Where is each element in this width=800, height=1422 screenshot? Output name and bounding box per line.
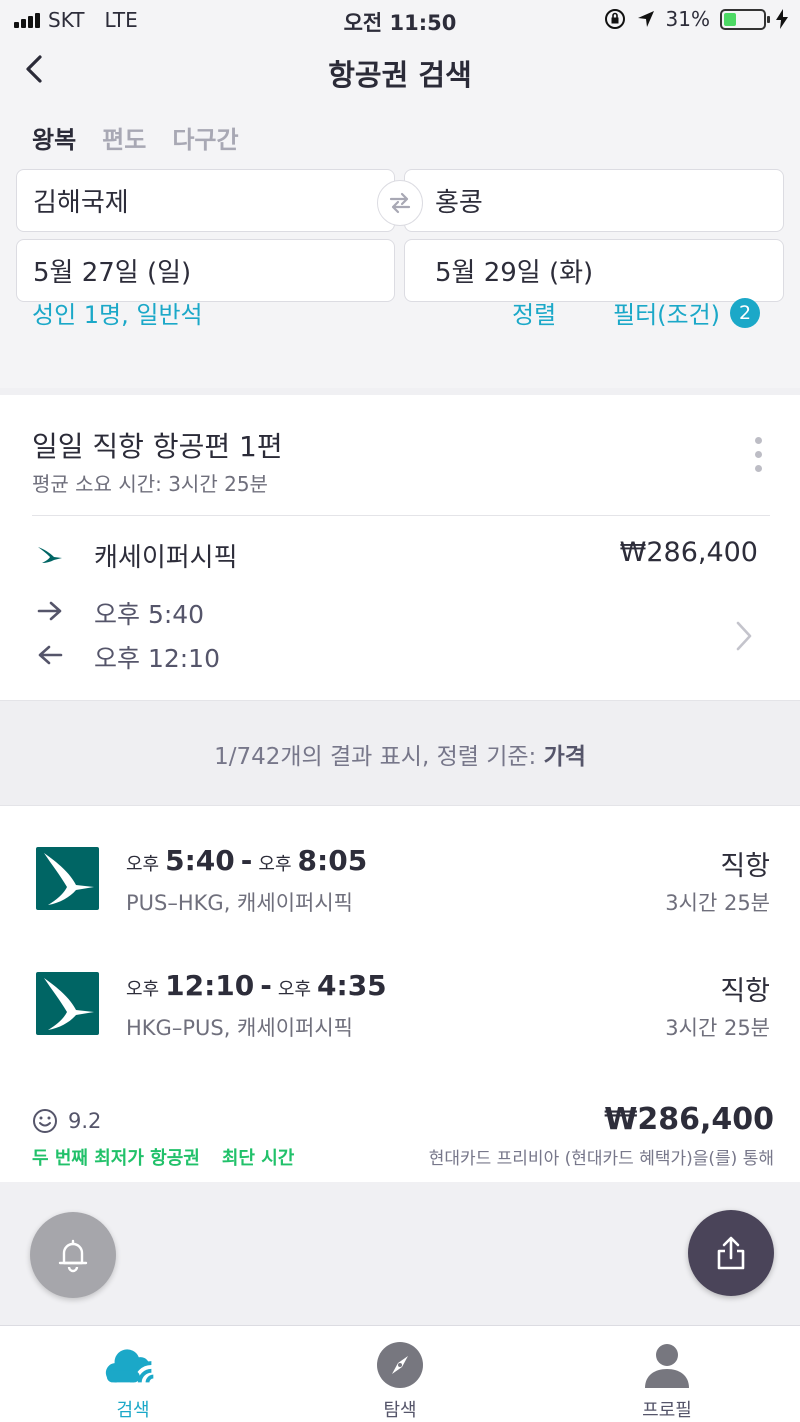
leg-route: HKG–PUS, 캐세이퍼시픽 — [126, 1016, 353, 1040]
more-options-icon[interactable] — [755, 437, 762, 472]
smiley-icon — [33, 1109, 57, 1133]
filter-button[interactable]: 필터(조건) 2 — [613, 295, 761, 330]
page-title: 항공권 검색 — [328, 58, 472, 92]
status-bar: SKT LTE 오전 11:50 31% — [0, 0, 800, 40]
destination-field[interactable]: 홍콩 — [404, 169, 784, 232]
divider — [32, 515, 770, 516]
dep-period: 오후 — [126, 979, 160, 1000]
direct-flights-card[interactable]: 일일 직항 항공편 1편 평균 소요 시간: 3시간 25분 캐세이퍼시픽 ₩2… — [0, 395, 800, 700]
compass-icon — [377, 1342, 423, 1388]
leg-route: PUS–HKG, 캐세이퍼시픽 — [126, 891, 353, 915]
time-separator: - — [260, 969, 272, 1002]
depart-date-field[interactable]: 5월 27일 (일) — [16, 239, 395, 302]
leg-duration: 3시간 25분 — [665, 891, 770, 915]
arrow-right-icon — [37, 601, 62, 621]
location-icon — [637, 11, 654, 27]
leg-duration: 3시간 25분 — [665, 1016, 770, 1040]
filter-label: 필터(조건) — [613, 301, 721, 329]
arr-period: 오후 — [258, 854, 292, 875]
profile-icon — [645, 1344, 689, 1388]
nav-explore[interactable]: 탐색 — [300, 1326, 500, 1422]
arr-period: 오후 — [277, 979, 312, 1000]
swap-arrows-icon — [389, 192, 411, 214]
dep-period: 오후 — [126, 854, 160, 875]
result-price: ₩286,400 — [604, 1102, 774, 1137]
nav-profile[interactable]: 프로필 — [567, 1326, 767, 1422]
airline-name: 캐세이퍼시픽 — [94, 543, 238, 573]
cathay-logo-icon — [38, 547, 62, 563]
trip-type-tabs: 왕복 편도 다구간 — [32, 120, 239, 155]
dep-time: 12:10 — [165, 969, 255, 1002]
return-date-field[interactable]: 5월 29일 (화) — [404, 239, 784, 302]
status-right: 31% — [604, 7, 788, 31]
nav-profile-label: 프로필 — [642, 1400, 692, 1421]
leg-type: 직항 — [720, 851, 770, 882]
chevron-right-icon — [736, 621, 752, 651]
cathay-logo-icon — [44, 978, 94, 1030]
tag-shortest: 최단 시간 — [221, 1148, 295, 1169]
results-summary-text: 1/742개의 결과 표시, 정렬 기준: — [214, 744, 544, 770]
rotation-lock-icon — [604, 9, 625, 29]
time-separator: - — [240, 844, 253, 877]
leg-type: 직항 — [720, 976, 770, 1007]
arr-time: 8:05 — [297, 844, 368, 877]
direct-card-title: 일일 직항 항공편 1편 — [32, 430, 283, 463]
flight-result-card[interactable]: 오후 5:40 - 오후 8:05 PUS–HKG, 캐세이퍼시픽 직항 3시간… — [0, 805, 800, 1182]
nav-search-label: 검색 — [116, 1400, 150, 1421]
leg-times: 오후 5:40 - 오후 8:05 — [126, 844, 367, 877]
outbound-time: 오후 5:40 — [94, 600, 205, 629]
arrow-left-icon — [38, 645, 63, 665]
nav-search[interactable]: 검색 — [33, 1326, 233, 1422]
share-icon — [717, 1236, 745, 1270]
cathay-logo-icon — [44, 853, 94, 905]
search-header: 항공권 검색 왕복 편도 다구간 김해국제 홍콩 5월 27일 (일) 5월 2… — [0, 40, 800, 388]
tab-multi-city[interactable]: 다구간 — [172, 120, 238, 155]
arr-time: 4:35 — [317, 969, 387, 1002]
bottom-navigation: 검색 탐색 프로필 — [0, 1325, 800, 1422]
nav-explore-label: 탐색 — [383, 1400, 417, 1421]
direct-card-price: ₩286,400 — [619, 537, 758, 568]
origin-field[interactable]: 김해국제 — [16, 169, 395, 232]
search-cloud-icon — [105, 1349, 154, 1383]
direct-card-subtitle: 평균 소요 시간: 3시간 25분 — [32, 472, 268, 496]
rating: 9.2 — [32, 1108, 101, 1134]
results-summary: 1/742개의 결과 표시, 정렬 기준: 가격 — [0, 737, 800, 771]
bell-icon — [58, 1239, 88, 1273]
battery-percent: 31% — [665, 7, 710, 31]
filter-count-badge: 2 — [730, 297, 761, 328]
leg-times: 오후 12:10 - 오후 4:35 — [126, 969, 387, 1002]
price-alert-button[interactable] — [30, 1212, 116, 1298]
sort-button[interactable]: 정렬 — [512, 295, 556, 330]
share-button[interactable] — [688, 1210, 774, 1296]
results-sort-value: 가격 — [543, 744, 586, 770]
tab-round-trip[interactable]: 왕복 — [32, 120, 76, 155]
battery-icon — [720, 8, 770, 30]
swap-button[interactable] — [377, 180, 423, 226]
rating-value: 9.2 — [68, 1109, 102, 1133]
price-provider-note: 현대카드 프리비아 (현대카드 혜택가)을(를) 통해 — [428, 1149, 774, 1169]
tab-one-way[interactable]: 편도 — [102, 120, 146, 155]
return-time: 오후 12:10 — [94, 644, 220, 673]
tag-second-cheapest: 두 번째 최저가 항공권 — [32, 1148, 200, 1169]
charging-icon — [776, 9, 788, 29]
cathay-logo — [36, 972, 99, 1035]
dep-time: 5:40 — [165, 844, 235, 877]
passengers-cabin-selector[interactable]: 성인 1명, 일반석 — [32, 295, 203, 330]
cathay-logo — [36, 847, 99, 910]
result-tags: 두 번째 최저가 항공권 최단 시간 — [32, 1144, 294, 1170]
